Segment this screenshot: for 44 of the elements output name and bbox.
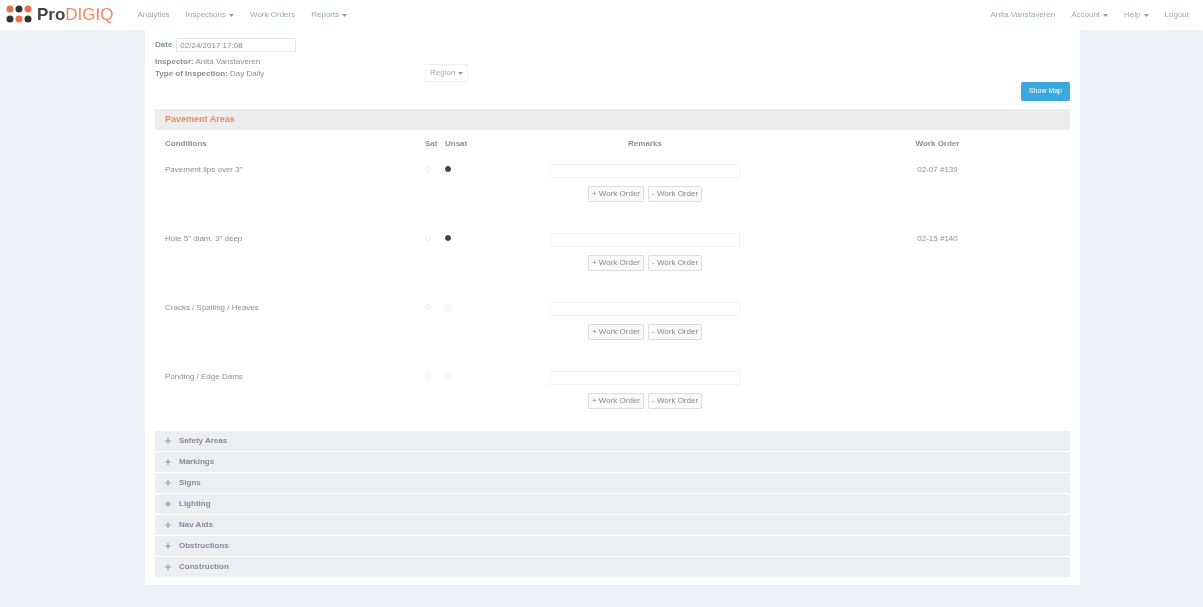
condition-text: Pavement lips over 3" [165, 165, 243, 174]
region-select[interactable]: Region [425, 64, 469, 82]
nav-link[interactable]: Logout [1156, 9, 1197, 21]
radio-button[interactable] [445, 166, 451, 172]
section-header[interactable]: Nav Aids [155, 515, 1070, 535]
remove-work-order-button[interactable]: - Work Order [648, 186, 703, 202]
inspection-type-text: Type of Inspection: Day Daily [155, 68, 266, 80]
condition-text: Ponding / Edge Dams [165, 372, 243, 381]
condition-text: Cracks / Spalling / Heaves [165, 303, 259, 312]
inspector-text: Inspector: Anita Vanstaveren [155, 56, 262, 68]
add-work-order-button[interactable]: + Work Order [587, 186, 644, 202]
section-header[interactable]: Pavement Areas [155, 108, 1070, 130]
brand-name[interactable]: ProDIGIQ [37, 2, 114, 28]
radio-button[interactable] [445, 235, 451, 241]
work-order-text: 02-07 #139 [917, 165, 958, 174]
nav-link[interactable]: Work Orders [242, 9, 304, 21]
remove-work-order-button[interactable]: - Work Order [648, 324, 703, 340]
column-header: Remarks [627, 138, 663, 150]
section-header[interactable]: Construction [155, 557, 1070, 577]
remove-work-order-button[interactable]: - Work Order [648, 255, 703, 271]
section-header[interactable]: Lighting [155, 494, 1070, 514]
nav-link[interactable]: Help [1116, 9, 1157, 21]
date-label: Date [155, 39, 173, 51]
add-work-order-button[interactable]: + Work Order [587, 393, 644, 409]
nav-link[interactable]: Anita Vanstaveren [982, 9, 1064, 21]
section-header[interactable]: Signs [155, 473, 1070, 493]
work-order-text: 02-15 #140 [917, 234, 958, 243]
section-header[interactable]: Obstructions [155, 536, 1070, 556]
section-header[interactable]: Markings [155, 452, 1070, 472]
add-work-order-button[interactable]: + Work Order [587, 255, 644, 271]
remove-work-order-button[interactable]: - Work Order [648, 393, 703, 409]
condition-text: Hole 5" diam. 3" deep [165, 234, 243, 243]
add-work-order-button[interactable]: + Work Order [587, 324, 644, 340]
nav-link[interactable]: Reports [303, 9, 356, 21]
column-header: Conditions [165, 138, 208, 150]
column-header: Work Order [914, 138, 961, 150]
section-header[interactable]: Safety Areas [155, 431, 1070, 451]
caret-icon [458, 71, 464, 75]
nav-link[interactable]: Inspections [177, 9, 242, 21]
date-field[interactable]: 02/24/2017 17:08 [176, 38, 297, 52]
nav-link[interactable]: Account [1063, 9, 1117, 21]
nav-link[interactable]: Analytics [129, 9, 178, 21]
column-header: Sat [425, 138, 439, 150]
column-header: Unsat [445, 138, 469, 150]
